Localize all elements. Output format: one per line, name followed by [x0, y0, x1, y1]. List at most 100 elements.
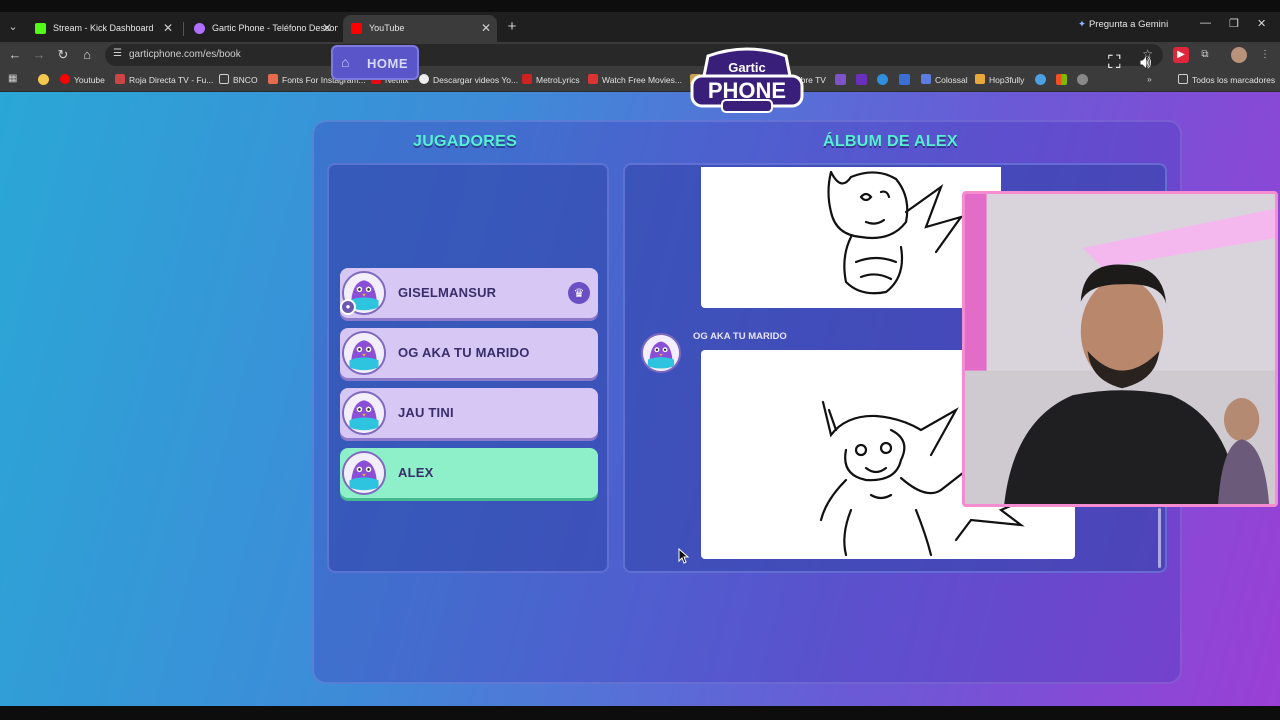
folder-icon	[219, 74, 229, 84]
tab-title: YouTube	[369, 23, 405, 33]
host-user-icon: ●	[340, 299, 356, 315]
gemini-sparkle-icon: ✦	[1078, 19, 1086, 30]
tab-gartic-phone[interactable]: Gartic Phone - Teléfono Descon ✕	[186, 15, 338, 42]
tab-title: Stream - Kick Dashboard	[53, 23, 154, 33]
tab-title: Gartic Phone - Teléfono Descon	[212, 23, 338, 33]
site-info-icon[interactable]: ☰	[113, 48, 122, 59]
url-text: garticphone.com/es/book	[129, 49, 241, 60]
microsoft-icon[interactable]	[1056, 74, 1067, 85]
metrolyrics-icon	[522, 74, 532, 84]
bookmark-youtube[interactable]: Youtube	[60, 74, 105, 85]
tab-search-chevron-icon[interactable]: ⌄	[4, 18, 22, 36]
logo-top-text: Gartic	[728, 60, 766, 75]
bookmark-icon-7[interactable]	[899, 74, 910, 85]
bookmarks-bar: ▦ Youtube Roja Directa TV - Fu... BNCO F…	[0, 68, 1280, 92]
bookmark-label: Roja Directa TV - Fu...	[129, 75, 214, 85]
drawer-avatar-icon	[641, 333, 681, 373]
gartic-favicon-icon	[194, 23, 205, 34]
drawing-canvas-1	[701, 167, 1001, 308]
home-button[interactable]: ⌂ HOME	[331, 45, 419, 80]
all-bookmarks[interactable]: Todos los marcadores	[1178, 74, 1275, 85]
players-title: JUGADORES	[413, 133, 518, 150]
hop3fully-icon	[975, 74, 985, 84]
minimize-icon[interactable]: —	[1200, 17, 1211, 29]
bookmark-label: MetroLyrics	[536, 75, 580, 85]
forward-arrow-icon[interactable]: →	[30, 46, 48, 64]
close-tab-icon[interactable]: ✕	[481, 15, 491, 42]
extensions-puzzle-icon[interactable]: ⧉	[1197, 47, 1213, 63]
bookmark-icon-5[interactable]	[856, 74, 867, 85]
bookmark-icon-6[interactable]	[877, 74, 888, 85]
crown-icon: ♛	[568, 282, 590, 304]
kick-favicon-icon	[35, 23, 46, 34]
maximize-icon[interactable]: ❐	[1229, 17, 1239, 30]
bookmark-icon-9[interactable]	[1077, 74, 1088, 85]
home-button-label: HOME	[367, 56, 408, 71]
bookmark-icon-4[interactable]	[835, 74, 846, 85]
player-card-jau-tini[interactable]: JAU TINI	[340, 388, 598, 438]
house-icon: ⌂	[341, 54, 350, 70]
emoji-bookmark-icon[interactable]	[38, 74, 49, 85]
player-name: OG AKA TU MARIDO	[398, 345, 530, 360]
album-scrollbar[interactable]	[1158, 508, 1161, 568]
bookmark-label: Youtube	[74, 75, 105, 85]
more-bookmarks-icon[interactable]: »	[1147, 74, 1152, 84]
close-tab-icon[interactable]: ✕	[322, 15, 332, 42]
bird-avatar-icon	[342, 391, 386, 435]
player-name: GISELMANSUR	[398, 285, 497, 300]
home-icon[interactable]: ⌂	[78, 46, 96, 64]
bookmark-label: Watch Free Movies...	[602, 75, 682, 85]
fonts-icon	[268, 74, 278, 84]
extension-red-icon[interactable]: ▶	[1173, 47, 1189, 63]
gartic-phone-logo: Gartic PHONE	[690, 47, 804, 113]
reload-icon[interactable]: ↻	[54, 46, 72, 64]
gemini-label: Pregunta a Gemini	[1088, 19, 1169, 30]
menu-kebab-icon[interactable]: ⋮	[1257, 47, 1273, 63]
player-card-alex[interactable]: ALEX	[340, 448, 598, 498]
omnibox[interactable]: ☰ garticphone.com/es/book ☆	[105, 44, 1163, 66]
letterbox-bottom	[0, 706, 1280, 720]
bookmark-bnco[interactable]: BNCO	[219, 74, 258, 85]
volume-icon[interactable]: 🔊︎	[1140, 52, 1151, 73]
all-bookmarks-label: Todos los marcadores	[1192, 75, 1276, 85]
back-arrow-icon[interactable]: ←	[6, 46, 24, 64]
player-card-giselmansur[interactable]: ● GISELMANSUR ♛	[340, 268, 598, 318]
bird-avatar-icon	[342, 451, 386, 495]
address-bar-row: ← → ↻ ⌂ ☰ garticphone.com/es/book ☆ ▶ ⧉ …	[0, 42, 1280, 68]
tab-youtube[interactable]: YouTube ✕	[343, 15, 497, 42]
browser-window: ⌄ Stream - Kick Dashboard ✕ Gartic Phone…	[0, 0, 1280, 720]
new-tab-plus-icon[interactable]: +	[503, 18, 521, 36]
movies-icon	[588, 74, 598, 84]
tab-kick-dashboard[interactable]: Stream - Kick Dashboard ✕	[27, 15, 179, 42]
bookmark-colossal[interactable]: Colossal	[921, 74, 968, 85]
drawer-name: OG AKA TU MARIDO	[693, 331, 787, 342]
album-title: ÁLBUM DE ALEX	[823, 133, 958, 150]
bookmark-label: Colossal	[935, 75, 968, 85]
bookmark-hop3fully[interactable]: Hop3fully	[975, 74, 1024, 85]
close-window-icon[interactable]: ✕	[1257, 17, 1266, 30]
player-name: JAU TINI	[398, 405, 454, 420]
apps-grid-icon[interactable]: ▦	[8, 74, 19, 85]
gemini-button[interactable]: ✦ Pregunta a Gemini	[1078, 19, 1168, 30]
close-tab-icon[interactable]: ✕	[163, 15, 173, 42]
bookmark-label: BNCO	[233, 75, 258, 85]
profile-avatar-icon[interactable]	[1231, 47, 1247, 63]
bookmark-icon-8[interactable]	[1035, 74, 1046, 85]
bookmark-descargar[interactable]: Descargar videos Yo...	[419, 74, 518, 85]
download-icon	[419, 74, 429, 84]
bookmark-label: Hop3fully	[989, 75, 1025, 85]
player-card-og-aka-tu-marido[interactable]: OG AKA TU MARIDO	[340, 328, 598, 378]
bookmark-roja-directa[interactable]: Roja Directa TV - Fu...	[115, 74, 213, 85]
bookmark-metrolyrics[interactable]: MetroLyrics	[522, 74, 580, 85]
youtube-favicon-icon	[351, 23, 362, 34]
bookmark-watch-free-movies[interactable]: Watch Free Movies...	[588, 74, 682, 85]
roja-directa-icon	[115, 74, 125, 84]
fullscreen-icon[interactable]: ⛶	[1108, 52, 1121, 73]
mouse-cursor-icon	[678, 548, 690, 564]
bird-avatar-icon	[342, 331, 386, 375]
bookmark-label: Descargar videos Yo...	[433, 75, 519, 85]
colossal-icon	[921, 74, 931, 84]
youtube-icon	[60, 74, 70, 84]
player-name: ALEX	[398, 465, 434, 480]
letterbox-top	[0, 0, 1280, 12]
